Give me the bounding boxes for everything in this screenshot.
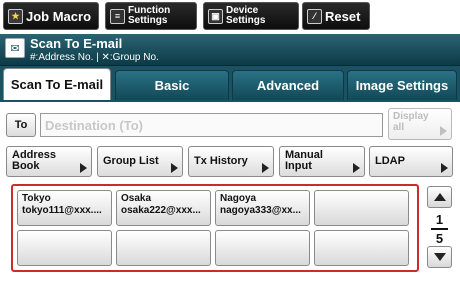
cell-email: osaka222@xxx... <box>121 205 201 216</box>
manual-input-button[interactable]: Manual Input <box>279 146 365 177</box>
address-cell-empty[interactable] <box>314 230 409 266</box>
function-settings-label: Function Settings <box>128 5 171 26</box>
group-list-button[interactable]: Group List <box>97 146 183 177</box>
tab-advanced[interactable]: Advanced <box>232 70 344 100</box>
arrow-right-icon <box>441 163 448 173</box>
cell-name: Nagoya <box>220 193 257 204</box>
device-settings-icon: ▣ <box>208 8 223 24</box>
group-list-label: Group List <box>103 155 159 167</box>
page-current: 1 <box>435 212 444 227</box>
page-total: 5 <box>435 231 444 246</box>
arrow-right-icon <box>440 126 447 136</box>
job-macro-button[interactable]: ★ Job Macro <box>3 2 99 30</box>
manual-input-label: Manual Input <box>285 149 323 172</box>
display-all-label-1: Display <box>393 111 429 122</box>
address-book-label: Address Book <box>12 149 57 172</box>
scroll-up-button[interactable] <box>427 186 452 208</box>
display-all-button[interactable]: Display all <box>388 108 452 140</box>
tab-basic[interactable]: Basic <box>115 70 229 100</box>
address-cell-empty[interactable] <box>116 230 211 266</box>
reset-button[interactable]: ⁄ Reset <box>302 2 370 30</box>
arrow-right-icon <box>171 163 178 173</box>
address-cell-empty[interactable] <box>17 230 112 266</box>
page-subtitle: #:Address No. | ✕:Group No. <box>30 52 159 63</box>
arrow-down-icon <box>433 253 446 261</box>
device-settings-label: Device Settings <box>226 5 266 26</box>
arrow-right-icon <box>80 163 87 173</box>
to-button[interactable]: To <box>6 113 36 137</box>
tx-history-label: Tx History <box>194 155 248 167</box>
address-book-button[interactable]: Address Book <box>6 146 92 177</box>
ldap-button[interactable]: LDAP <box>369 146 453 177</box>
tx-history-button[interactable]: Tx History <box>188 146 274 177</box>
page-divider <box>431 228 448 230</box>
page-title: Scan To E-mail <box>30 36 123 51</box>
scan-to-email-icon: ✉ <box>5 38 25 58</box>
tab-scan-to-email[interactable]: Scan To E-mail <box>3 68 111 100</box>
arrow-up-icon <box>433 193 446 201</box>
display-all-label-2: all <box>393 122 405 133</box>
ldap-label: LDAP <box>375 155 405 167</box>
address-cell-tokyo[interactable]: Tokyo tokyo111@xxx.... <box>17 190 112 226</box>
tab-image-settings[interactable]: Image Settings <box>347 70 457 100</box>
arrow-right-icon <box>353 163 360 173</box>
function-settings-icon: ≡ <box>110 8 125 24</box>
destination-field[interactable]: Destination (To) <box>40 113 383 137</box>
star-icon: ★ <box>8 8 23 24</box>
reset-icon: ⁄ <box>307 8 322 24</box>
cell-email: nagoya333@xx... <box>220 205 301 216</box>
device-settings-button[interactable]: ▣ Device Settings <box>203 2 299 30</box>
arrow-right-icon <box>262 163 269 173</box>
address-cell-empty[interactable] <box>215 230 310 266</box>
cell-name: Osaka <box>121 193 152 204</box>
scroll-down-button[interactable] <box>427 246 452 268</box>
address-cell-empty[interactable] <box>314 190 409 226</box>
function-settings-button[interactable]: ≡ Function Settings <box>105 2 197 30</box>
cell-name: Tokyo <box>22 193 51 204</box>
address-cell-nagoya[interactable]: Nagoya nagoya333@xx... <box>215 190 310 226</box>
cell-email: tokyo111@xxx.... <box>22 205 102 216</box>
address-cell-osaka[interactable]: Osaka osaka222@xxx... <box>116 190 211 226</box>
